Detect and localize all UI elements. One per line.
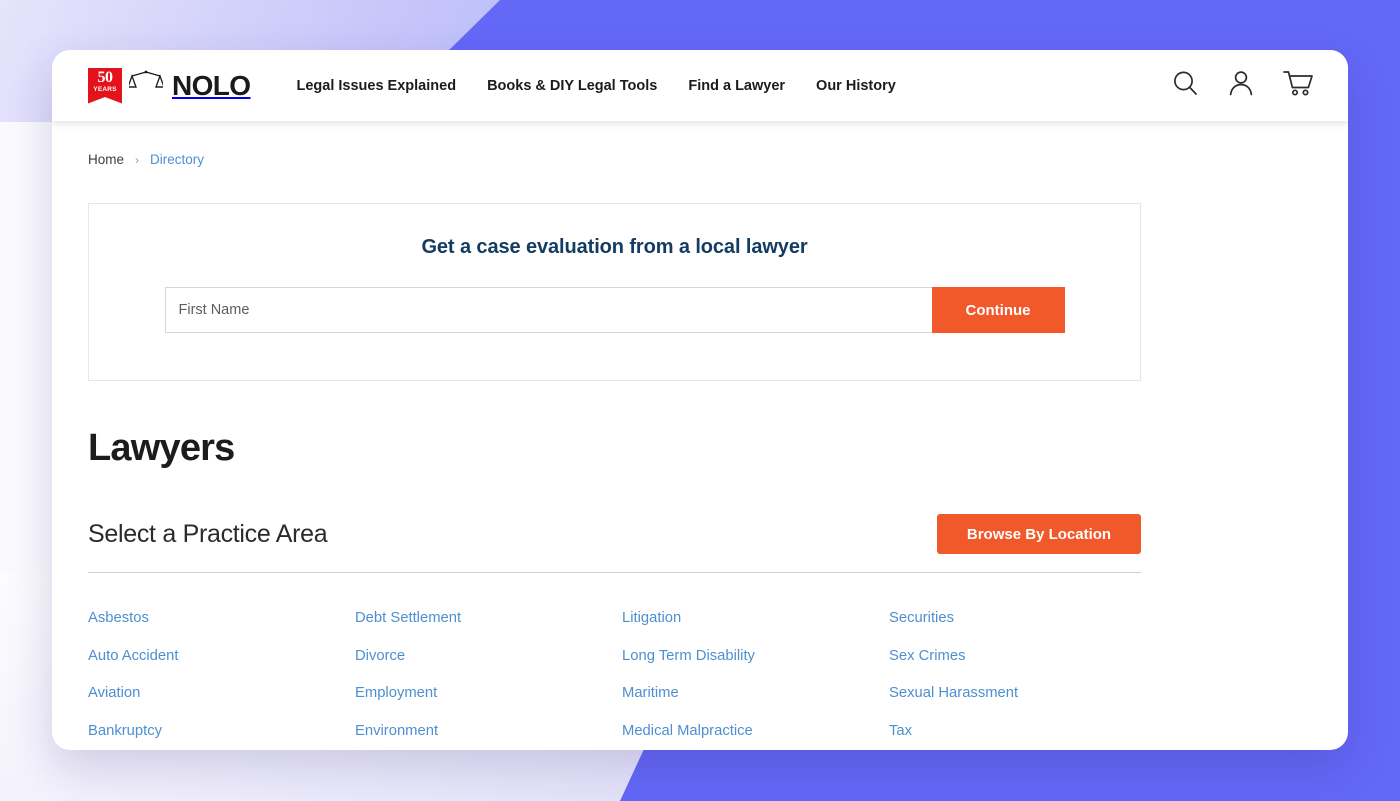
brand-logo[interactable]: 50 YEARS NOLO [88, 67, 251, 104]
practice-area-link[interactable]: Divorce [355, 638, 405, 676]
practice-area-link[interactable]: Asbestos [88, 600, 149, 638]
practice-area-link[interactable]: Debt Settlement [355, 600, 461, 638]
practice-area-column-2: Debt Settlement Divorce Employment Envir… [355, 600, 622, 750]
brand-wordmark: NOLO [172, 69, 251, 101]
practice-area-link[interactable]: Tax [889, 713, 912, 751]
page-content: Home › Directory Get a case evaluation f… [52, 152, 1348, 750]
practice-area-list: Asbestos Auto Accident Aviation Bankrupt… [88, 600, 1141, 750]
practice-area-link[interactable]: Employment [355, 675, 437, 713]
badge-number: 50 [97, 68, 114, 86]
browse-by-location-button[interactable]: Browse By Location [937, 514, 1141, 554]
browser-page-card: 50 YEARS NOLO Legal Issues Explained Boo… [52, 50, 1348, 750]
breadcrumb-item-home[interactable]: Home [88, 152, 124, 167]
practice-area-link[interactable]: Environment [355, 713, 438, 751]
practice-area-link[interactable]: Medical Malpractice [622, 713, 753, 751]
search-icon[interactable] [1170, 68, 1200, 103]
nav-item-legal-issues-explained[interactable]: Legal Issues Explained [296, 78, 456, 94]
practice-area-link[interactable]: Long Term Disability [622, 638, 755, 676]
practice-area-link[interactable]: Auto Accident [88, 638, 179, 676]
fifty-years-badge-icon: 50 YEARS [88, 67, 122, 104]
practice-area-column-3: Litigation Long Term Disability Maritime… [622, 600, 889, 750]
practice-area-link[interactable]: Bankruptcy [88, 713, 162, 751]
breadcrumb: Home › Directory [88, 152, 1312, 167]
practice-area-link[interactable]: Litigation [622, 600, 681, 638]
case-evaluation-card: Get a case evaluation from a local lawye… [88, 203, 1141, 381]
header-icon-group [1170, 68, 1314, 103]
user-account-icon[interactable] [1226, 68, 1256, 103]
first-name-input[interactable] [164, 287, 932, 333]
breadcrumb-item-directory[interactable]: Directory [150, 152, 204, 167]
practice-area-link[interactable]: Maritime [622, 675, 679, 713]
breadcrumb-separator-icon: › [135, 152, 140, 167]
practice-area-link[interactable]: Sex Crimes [889, 638, 965, 676]
practice-area-column-4: Securities Sex Crimes Sexual Harassment … [889, 600, 1141, 750]
practice-area-divider [88, 572, 1141, 573]
practice-area-link[interactable]: Securities [889, 600, 954, 638]
scales-of-justice-icon [127, 70, 165, 101]
practice-area-column-1: Asbestos Auto Accident Aviation Bankrupt… [88, 600, 355, 750]
site-header: 50 YEARS NOLO Legal Issues Explained Boo… [52, 50, 1348, 121]
case-evaluation-form: Continue [164, 287, 1065, 333]
continue-button[interactable]: Continue [931, 287, 1065, 333]
nav-item-find-a-lawyer[interactable]: Find a Lawyer [688, 78, 785, 94]
main-navigation: Legal Issues Explained Books & DIY Legal… [296, 78, 895, 94]
practice-area-header: Select a Practice Area Browse By Locatio… [88, 514, 1141, 554]
practice-area-section-title: Select a Practice Area [88, 519, 328, 548]
shopping-cart-icon[interactable] [1282, 68, 1314, 103]
page-title: Lawyers [88, 427, 235, 469]
practice-area-link[interactable]: Aviation [88, 675, 140, 713]
case-evaluation-title: Get a case evaluation from a local lawye… [421, 236, 808, 258]
badge-label: YEARS [93, 85, 117, 93]
nav-item-books-diy-legal-tools[interactable]: Books & DIY Legal Tools [487, 78, 657, 94]
practice-area-link[interactable]: Sexual Harassment [889, 675, 1018, 713]
nav-item-our-history[interactable]: Our History [816, 78, 896, 94]
